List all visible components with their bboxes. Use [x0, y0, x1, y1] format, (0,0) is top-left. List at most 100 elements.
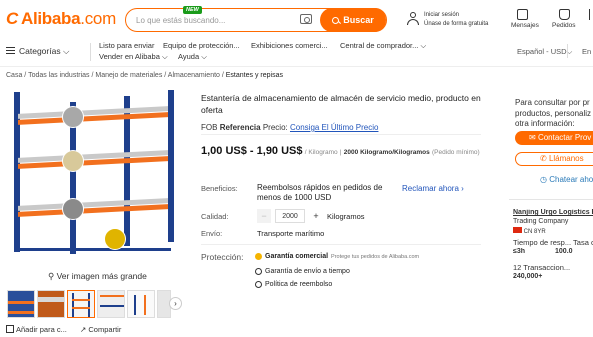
nav-item-buyer-central[interactable]: Central de comprador... ⌵ — [340, 41, 426, 51]
signin-link[interactable]: Iniciar sesión Únase de forma gratuita — [424, 11, 488, 29]
price-unit: / Kilogramo — [304, 149, 338, 156]
price-range: 1,00 US$ - 1,90 US$ — [201, 145, 303, 157]
thumbnail[interactable] — [97, 290, 125, 318]
menu-icon[interactable] — [6, 47, 15, 54]
supplier-name[interactable]: Nanjing Urgo Logistics Eq — [513, 209, 593, 216]
supplier-origin: CN 8YR — [513, 227, 593, 235]
language-currency-selector[interactable]: Español - USD⌵ — [517, 47, 572, 57]
shield-icon — [255, 253, 262, 260]
transactions-label: 12 Transaccion... — [513, 263, 571, 272]
detail-circle — [62, 150, 84, 172]
messages-link[interactable]: Mensajes — [511, 9, 539, 29]
search-button[interactable]: Buscar — [320, 8, 386, 32]
divider — [509, 199, 593, 200]
thumbnail-next-button[interactable]: › — [169, 297, 182, 310]
min-order: 2000 Kilogramo/Kilogramos — [343, 149, 430, 156]
header-divider — [0, 66, 593, 67]
nav-divider — [90, 43, 91, 61]
orders-icon — [559, 9, 570, 20]
camera-icon[interactable] — [300, 14, 312, 24]
breadcrumb-racks[interactable]: Estantes y repisas — [226, 72, 283, 79]
china-flag-icon — [513, 227, 522, 233]
cart-icon[interactable] — [589, 9, 593, 20]
nav-divider — [567, 44, 568, 58]
min-order-note: (Pedido mínimo) — [432, 149, 480, 156]
breadcrumb-material-handling[interactable]: Manejo de materiales — [95, 72, 162, 79]
thumbnail-selected[interactable] — [67, 290, 95, 318]
quantity-decrease-button[interactable]: − — [257, 209, 271, 223]
check-circle-icon — [255, 281, 262, 288]
on-time-shipping-guarantee: Garantía de envío a tiempo — [255, 268, 350, 275]
share-icon: ↗ — [80, 325, 87, 334]
supplier-type: Trading Company — [513, 218, 569, 225]
detail-circle — [62, 198, 84, 220]
nav-item-cut[interactable]: En — [582, 47, 591, 56]
nav-item-help[interactable]: Ayuda ⌵ — [178, 52, 207, 62]
detail-circle — [104, 228, 126, 250]
chevron-down-icon: ⌵ — [161, 52, 168, 61]
breadcrumb-industries[interactable]: Todas las industrias — [28, 72, 89, 79]
quantity-stepper: − + Kilogramos — [257, 209, 365, 223]
latest-price-link[interactable]: Consiga El Último Precio — [290, 123, 378, 132]
protection-label: Protección: — [201, 252, 244, 262]
nav-item-sell[interactable]: Vender en Alibaba ⌵ — [99, 52, 168, 62]
new-badge: NEW — [183, 6, 202, 14]
nav-item-ready-to-ship[interactable]: Listo para enviar — [99, 41, 154, 50]
response-time-value: ≤3h 100.0 — [513, 248, 573, 255]
detail-circle — [62, 106, 84, 128]
quantity-input[interactable] — [275, 209, 305, 223]
chevron-down-icon: ⌵ — [62, 46, 70, 56]
search-bar: Buscar — [125, 8, 387, 32]
chat-icon: ◷ — [540, 175, 547, 184]
breadcrumb-storage[interactable]: Almacenamiento — [168, 72, 220, 79]
alibaba-logo[interactable]: C Alibaba.com — [6, 9, 116, 29]
claim-now-link[interactable]: Reclamar ahora › — [402, 184, 464, 193]
divider — [201, 134, 481, 135]
share-button[interactable]: ↗ Compartir — [80, 325, 121, 334]
quantity-label: Calidad: — [201, 212, 229, 221]
response-time-label: Tiempo de resp... Tasa c — [513, 238, 593, 247]
refund-policy: Política de reembolso — [255, 281, 332, 288]
search-icon: ⚲ — [48, 271, 55, 281]
contact-supplier-button[interactable]: ✉ Contactar Prov — [515, 131, 593, 145]
thumbnail[interactable] — [37, 290, 65, 318]
categories-menu[interactable]: Categorías ⌵ — [19, 46, 69, 57]
view-large-image-link[interactable]: ⚲ Ver imagen más grande — [48, 271, 147, 282]
quantity-increase-button[interactable]: + — [309, 209, 323, 223]
chevron-right-icon: › — [174, 299, 177, 308]
quantity-unit: Kilogramos — [327, 211, 365, 221]
add-compare-button[interactable]: Añadir para c... — [6, 325, 67, 334]
message-icon — [517, 9, 528, 20]
transactions-value: 240,000+ — [513, 273, 543, 280]
trade-assurance[interactable]: Garantía comercial Protege tus pedidos d… — [255, 253, 419, 260]
shipping-label: Envío: — [201, 229, 223, 238]
divider — [201, 244, 481, 245]
product-main-image[interactable] — [12, 88, 174, 260]
alibaba-logo-icon: C — [6, 9, 18, 28]
breadcrumb: Casa / Todas las industrias / Manejo de … — [6, 72, 283, 79]
chevron-down-icon: ⌵ — [201, 52, 207, 61]
call-us-button[interactable]: ✆ Llámanos — [515, 152, 593, 166]
checkbox-icon — [6, 325, 14, 333]
orders-link[interactable]: Pedidos — [552, 9, 576, 29]
product-title: Estantería de almacenamiento de almacén … — [201, 93, 481, 115]
nav-item-protection-equipment[interactable]: Equipo de protección... — [163, 41, 240, 50]
phone-icon: ✆ — [540, 154, 547, 163]
search-icon — [332, 16, 340, 24]
search-input[interactable] — [136, 13, 296, 27]
chat-now-link[interactable]: ◷ Chatear aho — [540, 175, 593, 184]
benefits-label: Beneficios: — [201, 184, 238, 193]
nav-item-trade-shows[interactable]: Exhibiciones comerci... — [251, 41, 328, 50]
thumbnail[interactable] — [127, 290, 155, 318]
check-circle-icon — [255, 268, 262, 275]
contact-intro-text: Para consultar por pr productos, persona… — [515, 98, 592, 128]
benefits-value: Reembolsos rápidos en pedidos de menos d… — [257, 183, 383, 202]
shipping-value: Transporte marítimo — [257, 229, 325, 238]
breadcrumb-home[interactable]: Casa — [6, 72, 22, 79]
mail-icon: ✉ — [529, 133, 536, 142]
chevron-down-icon: ⌵ — [420, 41, 427, 50]
price-block: 1,00 US$ - 1,90 US$ / Kilogramo | 2000 K… — [201, 145, 480, 157]
fob-reference: FOB Referencia Precio: Consiga El Último… — [201, 123, 379, 132]
thumbnail[interactable] — [7, 290, 35, 318]
user-icon[interactable] — [407, 12, 419, 26]
